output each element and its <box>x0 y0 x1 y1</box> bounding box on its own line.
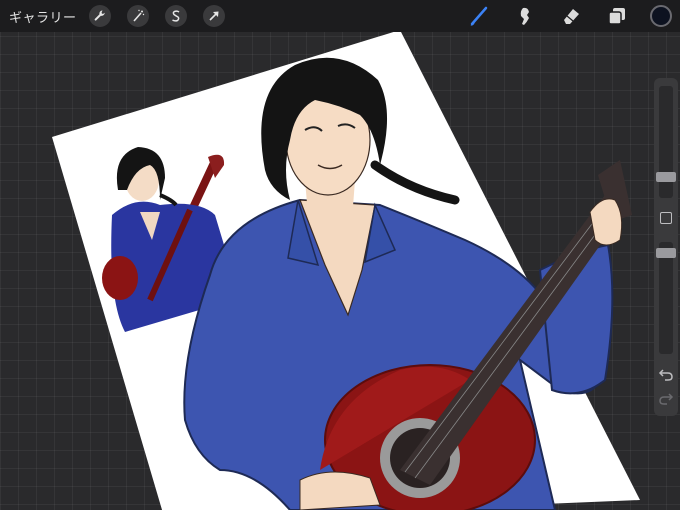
color-picker-button[interactable] <box>650 5 672 27</box>
selection-s-icon <box>171 10 179 22</box>
transform-arrow-icon <box>208 11 219 21</box>
top-toolbar: ギャラリー <box>0 0 680 32</box>
side-slider-panel <box>654 78 678 416</box>
canvas-area[interactable] <box>0 32 680 510</box>
eraser-icon <box>564 9 579 24</box>
brush-size-thumb[interactable] <box>656 172 676 182</box>
artwork-canvas[interactable] <box>0 32 680 510</box>
brush-icon <box>470 6 488 26</box>
adjustments-button[interactable] <box>126 5 149 27</box>
opacity-thumb[interactable] <box>656 248 676 258</box>
smudge-tool-button[interactable] <box>512 3 538 29</box>
eraser-tool-button[interactable] <box>558 3 584 29</box>
magic-wand-icon <box>132 9 144 22</box>
opacity-slider[interactable] <box>656 242 676 354</box>
brush-tool-button[interactable] <box>466 3 492 29</box>
redo-icon[interactable] <box>658 390 674 406</box>
wrench-icon <box>94 10 105 21</box>
selection-button[interactable] <box>164 5 187 27</box>
layers-icon <box>608 8 625 25</box>
transform-button[interactable] <box>202 5 225 27</box>
layers-button[interactable] <box>604 3 630 29</box>
actions-button[interactable] <box>88 5 111 27</box>
modify-button[interactable] <box>660 212 672 224</box>
gallery-button[interactable]: ギャラリー <box>9 7 77 26</box>
brush-size-slider[interactable] <box>656 86 676 198</box>
undo-icon[interactable] <box>658 366 674 382</box>
smudge-icon <box>520 7 529 26</box>
